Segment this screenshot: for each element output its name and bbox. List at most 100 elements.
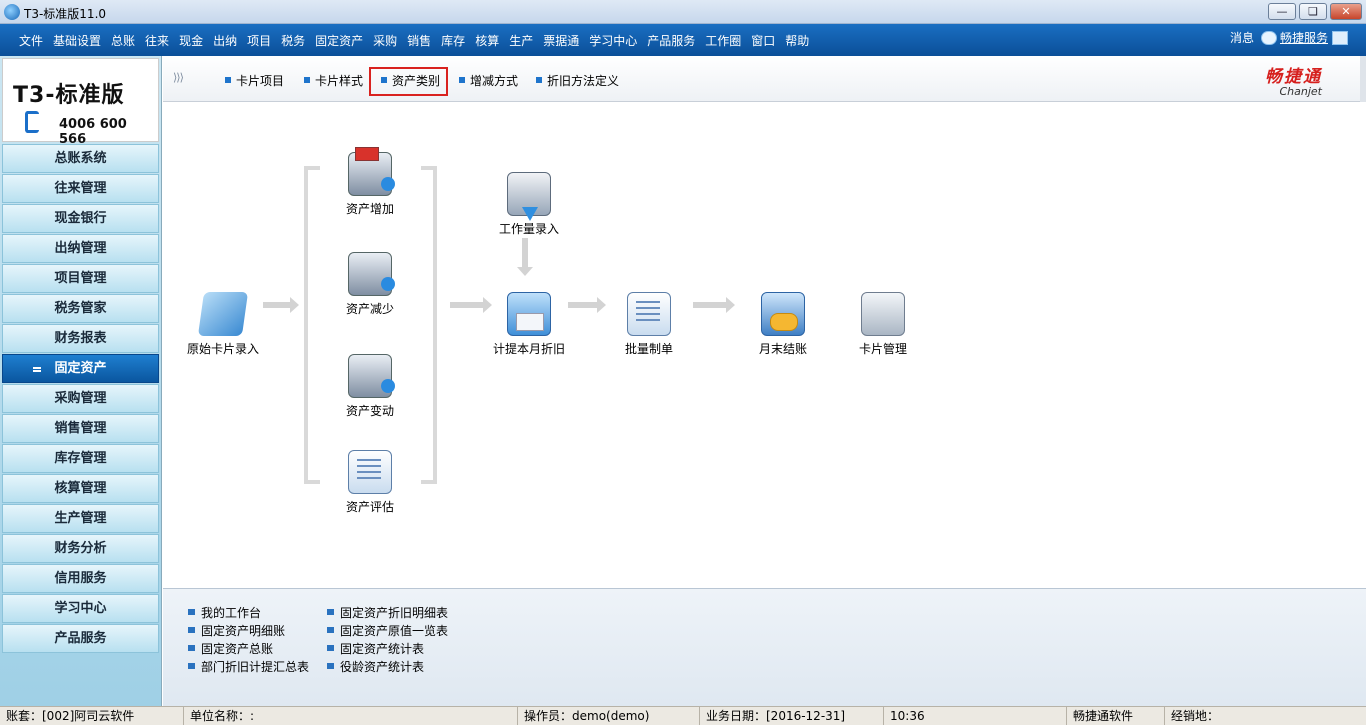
asset-eval-icon: [348, 450, 392, 494]
month-end-calendar-icon: [761, 292, 805, 336]
menu-window[interactable]: 窗口: [746, 32, 780, 49]
node-label: 工作量录入: [498, 222, 559, 236]
sidebar-item-sales[interactable]: 销售管理: [2, 414, 159, 443]
menu-purchase[interactable]: 采购: [368, 32, 402, 49]
menu-receivables[interactable]: 往来: [140, 32, 174, 49]
sidebar-item-cash-bank[interactable]: 现金银行: [2, 204, 159, 233]
group-bracket-right: [421, 166, 437, 484]
node-batch-voucher[interactable]: 批量制单: [599, 292, 699, 357]
report-label: 固定资产统计表: [340, 642, 425, 656]
menu-learning[interactable]: 学习中心: [584, 32, 642, 49]
menu-file[interactable]: 文件: [14, 32, 48, 49]
node-month-end[interactable]: 月末结账: [733, 292, 833, 357]
node-workload[interactable]: 工作量录入: [479, 172, 579, 237]
menu-workcircle[interactable]: 工作圈: [700, 32, 746, 49]
sidebar-item-reports[interactable]: 财务报表: [2, 324, 159, 353]
menu-bills[interactable]: 票据通: [538, 32, 584, 49]
sidebar-item-credit[interactable]: 信用服务: [2, 564, 159, 593]
report-link[interactable]: 固定资产折旧明细表: [327, 604, 448, 621]
expand-arrows-icon[interactable]: ⟩⟩⟩: [173, 71, 184, 84]
report-link[interactable]: 固定资产原值一览表: [327, 622, 448, 639]
maximize-button[interactable]: ❏: [1299, 3, 1327, 20]
node-label: 资产减少: [345, 302, 394, 316]
minimize-button[interactable]: —: [1268, 3, 1296, 20]
flow-arrow: [517, 238, 533, 276]
report-label: 固定资产明细账: [201, 624, 286, 638]
report-link[interactable]: 固定资产明细账: [188, 622, 285, 639]
menu-inventory[interactable]: 库存: [436, 32, 470, 49]
node-asset-eval[interactable]: 资产评估: [320, 450, 420, 515]
workload-entry-icon: [507, 172, 551, 216]
menu-accounting[interactable]: 核算: [470, 32, 504, 49]
node-asset-add[interactable]: 资产增加: [320, 147, 420, 217]
bullet-icon: [188, 609, 195, 615]
menu-cash[interactable]: 现金: [174, 32, 208, 49]
menu-fixed-assets[interactable]: 固定资产: [310, 32, 368, 49]
sidebar-item-purchase[interactable]: 采购管理: [2, 384, 159, 413]
bullet-icon: [188, 663, 195, 669]
report-link[interactable]: 部门折旧计提汇总表: [188, 658, 309, 675]
toolbar-asset-category[interactable]: 资产类别: [381, 72, 440, 89]
group-bracket-left: [304, 166, 320, 484]
node-depreciation[interactable]: 计提本月折旧: [479, 292, 579, 357]
menu-production[interactable]: 生产: [504, 32, 538, 49]
message-link[interactable]: 消息: [1230, 29, 1254, 46]
status-time: 10:36: [884, 707, 1067, 725]
status-date: 业务日期：[2016-12-31]: [700, 707, 884, 725]
chanjet-logo: 畅捷通 Chanjet: [1265, 62, 1322, 98]
bullet-icon: [536, 77, 542, 83]
sidebar-item-accounting[interactable]: 核算管理: [2, 474, 159, 503]
fixed-asset-flow: 原始卡片录入 资产增加 资产减少 资产变动 资产评估 工作量录入 计提本月折旧 …: [163, 102, 1366, 588]
node-original-card[interactable]: 原始卡片录入: [173, 292, 273, 357]
module-nav: 总账系统 往来管理 现金银行 出纳管理 项目管理 税务管家 财务报表 固定资产 …: [2, 144, 159, 654]
status-account: 账套：[002]阿司云软件: [0, 707, 184, 725]
menu-project[interactable]: 项目: [242, 32, 276, 49]
menu-sales[interactable]: 销售: [402, 32, 436, 49]
toolbar-card-style[interactable]: 卡片样式: [304, 72, 363, 89]
sidebar-item-production[interactable]: 生产管理: [2, 504, 159, 533]
toolbar-depreciation-method[interactable]: 折旧方法定义: [536, 72, 619, 89]
report-label: 部门折旧计提汇总表: [201, 660, 310, 674]
menu-help[interactable]: 帮助: [780, 32, 814, 49]
node-asset-change[interactable]: 资产变动: [320, 354, 420, 419]
month-calendar-icon: [507, 292, 551, 336]
node-label: 资产增加: [345, 202, 394, 216]
report-link[interactable]: 我的工作台: [188, 604, 261, 621]
toolbar-card-items[interactable]: 卡片项目: [225, 72, 284, 89]
service-panel-icon[interactable]: [1332, 30, 1348, 45]
toolbar-change-method[interactable]: 增减方式: [459, 72, 518, 89]
sidebar-item-tax[interactable]: 税务管家: [2, 294, 159, 323]
sidebar-item-learning[interactable]: 学习中心: [2, 594, 159, 623]
toolbar-scrollbar[interactable]: [1360, 56, 1366, 102]
node-card-manage[interactable]: 卡片管理: [833, 292, 933, 357]
chat-bubble-icon[interactable]: [1260, 30, 1277, 45]
sidebar-item-cashier[interactable]: 出纳管理: [2, 234, 159, 263]
report-label: 我的工作台: [201, 606, 262, 620]
app-icon: [4, 4, 20, 20]
node-asset-reduce[interactable]: 资产减少: [320, 252, 420, 317]
node-label: 卡片管理: [858, 342, 907, 356]
report-link[interactable]: 固定资产总账: [188, 640, 273, 657]
menu-basic-settings[interactable]: 基础设置: [48, 32, 106, 49]
node-label: 资产变动: [345, 404, 394, 418]
sidebar-item-receivables[interactable]: 往来管理: [2, 174, 159, 203]
report-link[interactable]: 固定资产统计表: [327, 640, 424, 657]
toolbar-label: 折旧方法定义: [547, 74, 620, 88]
menu-tax[interactable]: 税务: [276, 32, 310, 49]
menu-product-service[interactable]: 产品服务: [642, 32, 700, 49]
sidebar-item-analysis[interactable]: 财务分析: [2, 534, 159, 563]
window-title: T3-标准版11.0: [24, 7, 107, 21]
close-button[interactable]: ✕: [1330, 3, 1362, 20]
report-label: 固定资产原值一览表: [340, 624, 449, 638]
menu-cashier[interactable]: 出纳: [208, 32, 242, 49]
reports-panel: 我的工作台 固定资产明细账 固定资产总账 部门折旧计提汇总表 固定资产折旧明细表…: [163, 588, 1366, 706]
sidebar-item-ledger-system[interactable]: 总账系统: [2, 144, 159, 173]
sidebar-item-product-service[interactable]: 产品服务: [2, 624, 159, 653]
sidebar-item-fixed-assets[interactable]: 固定资产: [2, 354, 159, 383]
service-link[interactable]: 畅捷服务: [1280, 29, 1328, 46]
menu-right-area: 消息 畅捷服务: [1230, 29, 1348, 46]
menu-ledger[interactable]: 总账: [106, 32, 140, 49]
report-link[interactable]: 役龄资产统计表: [327, 658, 424, 675]
sidebar-item-inventory[interactable]: 库存管理: [2, 444, 159, 473]
sidebar-item-project[interactable]: 项目管理: [2, 264, 159, 293]
